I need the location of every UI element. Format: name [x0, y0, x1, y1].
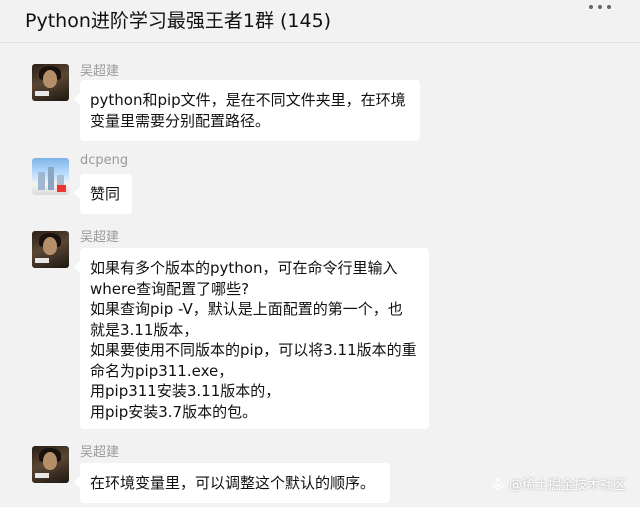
sender-name: 吴超建	[80, 64, 120, 79]
message-bubble[interactable]: python和pip文件，是在不同文件夹里，在环境 变量里需要分别配置路径。	[74, 80, 420, 141]
sender-avatar[interactable]	[32, 64, 69, 101]
sender-name: 吴超建	[80, 230, 120, 245]
sender-avatar[interactable]	[32, 446, 69, 483]
chat-title: Python进阶学习最强王者1群 (145)	[25, 10, 332, 32]
message-bubble[interactable]: 赞同	[74, 174, 132, 214]
message-bubble[interactable]: 在环境变量里，可以调整这个默认的顺序。	[74, 463, 390, 503]
watermark-text: @稀土掘金技术社区	[508, 478, 626, 493]
sender-avatar[interactable]	[32, 231, 69, 268]
watermark: @稀土掘金技术社区	[491, 474, 626, 493]
sender-name: 吴超建	[80, 445, 120, 460]
sender-name: dcpeng	[80, 153, 129, 168]
message-bubble[interactable]: 如果有多个版本的python，可在命令行里输入 where查询配置了哪些? 如果…	[74, 248, 429, 429]
juejin-logo-icon	[491, 477, 505, 490]
chat-header: Python进阶学习最强王者1群 (145)	[0, 0, 640, 43]
sender-avatar[interactable]	[32, 158, 69, 195]
more-options-icon[interactable]	[580, 0, 620, 14]
